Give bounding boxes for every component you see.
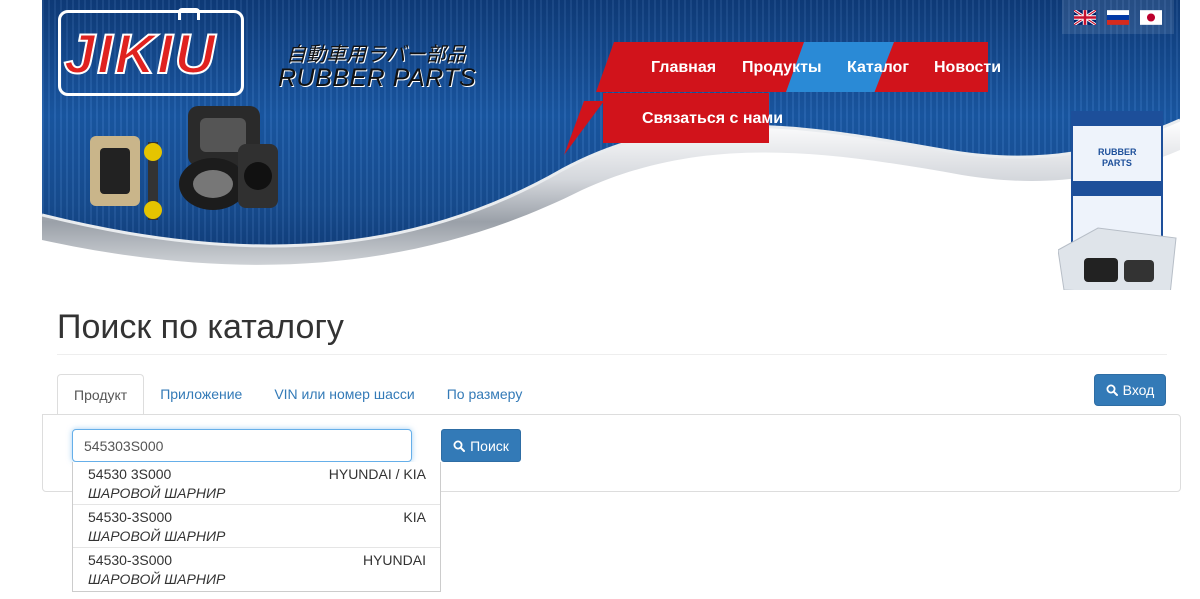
- search-icon: [1106, 384, 1118, 396]
- suggestion-description: ШАРОВОЙ ШАРНИР: [88, 485, 226, 501]
- tab-size[interactable]: По размеру: [431, 374, 539, 415]
- suggestion-brand: KIA: [403, 509, 426, 525]
- tagline-rubber-parts: RUBBER PARTS: [278, 64, 477, 92]
- suggestion-code: 54530-3S000: [88, 509, 173, 525]
- autocomplete-dropdown: 54530 3S000 HYUNDAI / KIA ШАРОВОЙ ШАРНИР…: [72, 462, 441, 592]
- tab-product[interactable]: Продукт: [57, 374, 145, 415]
- nav-item-contact[interactable]: Связаться с нами: [642, 110, 783, 128]
- language-selector: [1062, 0, 1174, 34]
- nav-item-home[interactable]: Главная: [651, 59, 716, 77]
- page-title: Поиск по каталогу: [57, 308, 344, 346]
- logo[interactable]: JIKIU: [63, 25, 217, 83]
- login-button-label: Вход: [1122, 382, 1155, 398]
- suggestion-description: ШАРОВОЙ ШАРНИР: [88, 528, 226, 544]
- list-item[interactable]: 54530 3S000 HYUNDAI / KIA ШАРОВОЙ ШАРНИР: [73, 462, 440, 505]
- list-item[interactable]: 54530-3S000 HYUNDAI ШАРОВОЙ ШАРНИР: [73, 548, 440, 591]
- nav-item-catalog[interactable]: Каталог: [847, 59, 909, 77]
- nav-item-news[interactable]: Новости: [934, 59, 1001, 77]
- nav-item-products[interactable]: Продукты: [742, 59, 822, 77]
- rubber-parts-image: [90, 106, 278, 220]
- search-button[interactable]: Поиск: [441, 429, 521, 462]
- list-item[interactable]: 54530-3S000 KIA ШАРОВОЙ ШАРНИР: [73, 505, 440, 548]
- header-banner: JIKIU 自動車用ラバー部品 RUBBER PARTS RUBBER PART…: [42, 0, 1180, 290]
- suggestion-brand: HYUNDAI / KIA: [328, 466, 426, 482]
- suggestion-brand: HYUNDAI: [362, 552, 426, 568]
- tab-application[interactable]: Приложение: [144, 374, 258, 415]
- jp-flag-icon[interactable]: [1140, 9, 1163, 25]
- login-button[interactable]: Вход: [1094, 374, 1166, 406]
- tagline-japanese: 自動車用ラバー部品: [286, 42, 466, 66]
- tab-vin[interactable]: VIN или номер шасси: [258, 374, 430, 415]
- search-icon: [453, 440, 466, 452]
- search-input[interactable]: [72, 429, 412, 462]
- suggestion-description: ШАРОВОЙ ШАРНИР: [88, 571, 226, 587]
- logo-handle: [178, 8, 200, 20]
- search-button-label: Поиск: [470, 437, 509, 454]
- ru-flag-icon[interactable]: [1106, 9, 1129, 25]
- product-boxes-image: RUBBER PARTS: [1057, 110, 1178, 290]
- svg-text:RUBBER: RUBBER: [1098, 147, 1137, 157]
- search-tabs: Продукт Приложение VIN или номер шасси П…: [57, 374, 538, 415]
- title-divider: [57, 354, 1167, 355]
- en-flag-icon[interactable]: [1073, 9, 1096, 25]
- svg-text:PARTS: PARTS: [1102, 158, 1132, 168]
